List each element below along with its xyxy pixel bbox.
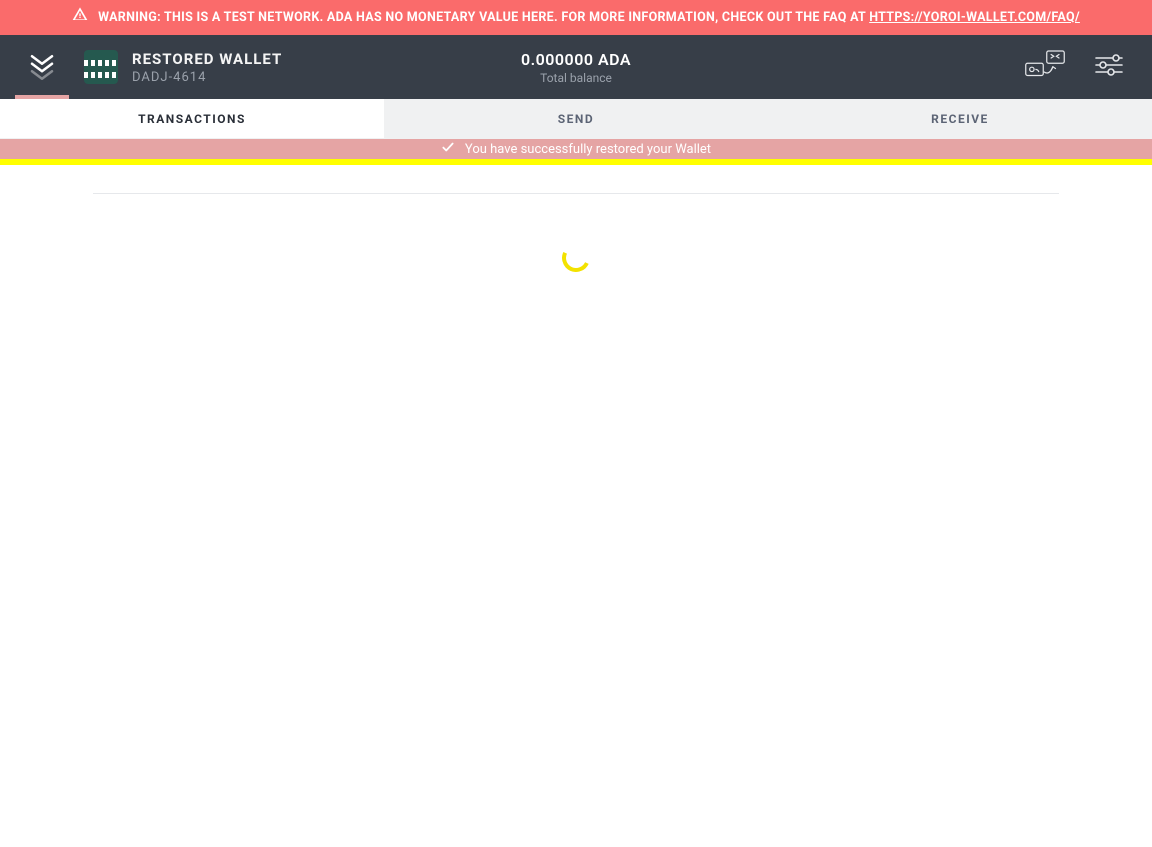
tab-label: TRANSACTIONS: [138, 112, 246, 126]
tab-label: SEND: [558, 112, 594, 126]
settings-icon[interactable]: [1094, 53, 1124, 81]
portfolio-icon[interactable]: [1024, 48, 1066, 86]
balance-label: Total balance: [521, 71, 631, 85]
wallet-tabs: TRANSACTIONS SEND RECEIVE: [0, 99, 1152, 139]
test-network-warning-banner: WARNING: THIS IS A TEST NETWORK. ADA HAS…: [0, 0, 1152, 35]
wallet-id: DADJ-4614: [132, 70, 282, 85]
checkmark-icon: [441, 140, 455, 158]
transactions-panel: [0, 165, 1152, 272]
balance-block: 0.000000 ADA Total balance: [521, 50, 631, 85]
tab-transactions[interactable]: TRANSACTIONS: [0, 99, 384, 138]
active-wallet-indicator: [15, 95, 69, 99]
balance-amount: 0.000000 ADA: [521, 50, 631, 69]
app-logo-icon: [27, 50, 57, 84]
faq-link[interactable]: HTTPS://YOROI-WALLET.COM/FAQ/: [869, 10, 1080, 25]
restore-success-bar: You have successfully restored your Wall…: [0, 139, 1152, 165]
warning-text: WARNING: THIS IS A TEST NETWORK. ADA HAS…: [98, 10, 869, 25]
content-divider: [93, 193, 1059, 194]
loading-spinner-icon: [558, 240, 594, 276]
tab-receive[interactable]: RECEIVE: [768, 99, 1152, 138]
warning-icon: [72, 6, 88, 29]
tab-send[interactable]: SEND: [384, 99, 768, 138]
tab-label: RECEIVE: [931, 112, 989, 126]
wallet-header: RESTORED WALLET DADJ-4614 0.000000 ADA T…: [0, 35, 1152, 99]
wallet-info[interactable]: RESTORED WALLET DADJ-4614: [84, 50, 282, 85]
app-menu-button[interactable]: [0, 35, 84, 99]
wallet-avatar-icon: [84, 50, 118, 84]
wallet-name: RESTORED WALLET: [132, 50, 282, 68]
restore-success-message: You have successfully restored your Wall…: [465, 142, 711, 157]
